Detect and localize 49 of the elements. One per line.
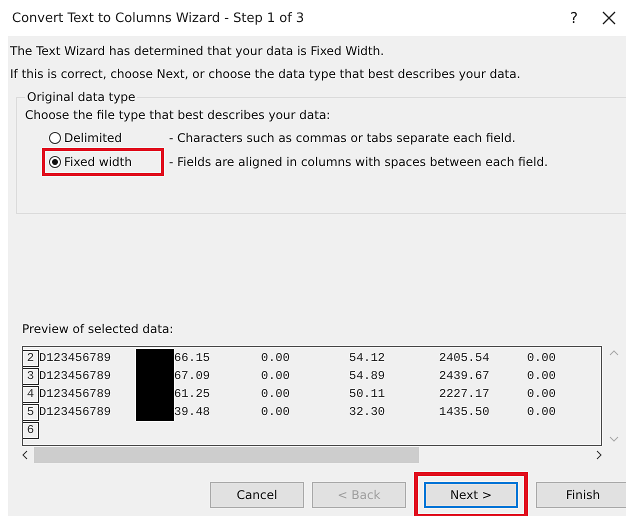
row-number: 2 bbox=[23, 350, 39, 366]
row-number: 4 bbox=[23, 386, 39, 402]
window-title: Convert Text to Columns Wizard - Step 1 of 3 bbox=[12, 10, 306, 26]
dialog-button[interactable]: Cancel bbox=[210, 482, 304, 508]
preview-cell-text: 2405.54 bbox=[439, 351, 490, 365]
redaction-bar bbox=[136, 403, 174, 421]
preview-label: Preview of selected data: bbox=[22, 322, 174, 336]
preview-cell-text: 66.15 bbox=[174, 351, 212, 365]
preview-cell-text: D123456789 bbox=[39, 351, 112, 365]
preview-cell-text: 54.89 bbox=[349, 369, 386, 383]
help-button[interactable]: ? bbox=[554, 9, 594, 27]
preview-cell-text: 61.25 bbox=[174, 387, 212, 401]
preview-cell-text: D123456789 bbox=[39, 369, 112, 383]
scroll-left-icon[interactable] bbox=[22, 450, 28, 460]
dialog-button[interactable]: Next > bbox=[424, 482, 518, 508]
preview-cell-text: 1435.50 bbox=[439, 405, 490, 419]
preview-cell-text: 50.11 bbox=[349, 387, 386, 401]
preview-cell-text: 0.00 bbox=[261, 387, 291, 401]
option-description: - Fields are aligned in columns with spaces between each field. bbox=[169, 155, 548, 169]
preview-cell-text: D123456789 bbox=[39, 387, 112, 401]
preview-cell-text: 0.00 bbox=[527, 405, 557, 419]
preview-cell-text: D123456789 bbox=[39, 405, 112, 419]
row-number: 6 bbox=[23, 422, 39, 438]
preview-cell-text: 2227.17 bbox=[439, 387, 490, 401]
group-legend: Original data type bbox=[25, 90, 138, 104]
preview-cell-text: 0.00 bbox=[261, 351, 291, 365]
option-description: - Characters such as commas or tabs separate each field. bbox=[169, 131, 516, 145]
intro-text: If this is correct, choose Next, or choose the data type that best describes your data. bbox=[10, 67, 522, 81]
dialog-button[interactable]: Finish bbox=[536, 482, 626, 508]
redaction-bar bbox=[136, 349, 174, 367]
close-icon[interactable] bbox=[602, 11, 616, 25]
row-number: 5 bbox=[23, 404, 39, 420]
row-number: 3 bbox=[23, 368, 39, 384]
preview-cell-text: 0.00 bbox=[527, 387, 557, 401]
preview-cell-text: 2439.67 bbox=[439, 369, 490, 383]
preview-cell-text: 0.00 bbox=[261, 405, 291, 419]
scroll-right-icon[interactable] bbox=[596, 450, 602, 460]
preview-cell-text: 54.12 bbox=[349, 351, 386, 365]
preview-cell-text: 39.48 bbox=[174, 405, 212, 419]
radio-option[interactable]: Fixed width bbox=[45, 151, 161, 173]
preview-cell-text: 32.30 bbox=[349, 405, 386, 419]
preview-cell-text: 0.00 bbox=[527, 369, 557, 383]
preview-cell-text: 0.00 bbox=[527, 351, 557, 365]
scrollbar-thumb[interactable] bbox=[34, 447, 419, 463]
radio-option[interactable]: Delimited bbox=[49, 127, 169, 149]
prompt-text: Choose the file type that best describes your data: bbox=[25, 108, 332, 122]
preview-cell-text: 67.09 bbox=[174, 369, 212, 383]
intro-text: The Text Wizard has determined that your data is Fixed Width. bbox=[10, 44, 386, 58]
preview-cell-text: 0.00 bbox=[261, 369, 291, 383]
